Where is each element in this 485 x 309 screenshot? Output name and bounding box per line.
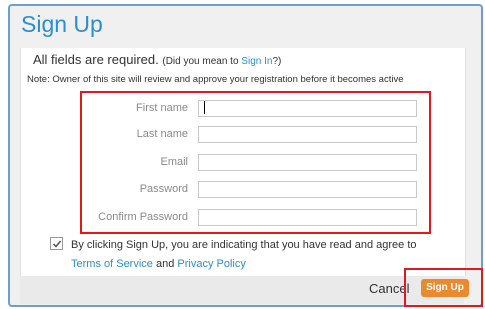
agreement-text: By clicking Sign Up, you are indicating … [71,239,417,251]
dialog-title: Sign Up [21,11,103,37]
terms-of-service-link[interactable]: Terms of Service [71,258,153,270]
required-notice: All fields are required. (Did you mean t… [33,52,281,67]
fields-highlight-box [80,91,431,234]
sign-up-highlight-box [404,268,483,307]
terms-agreement: By clicking Sign Up, you are indicating … [71,236,451,274]
hint-prefix: (Did you mean to [162,56,242,67]
required-text: All fields are required. [33,52,159,67]
sign-in-link[interactable]: Sign In [241,56,272,67]
terms-checkbox[interactable] [50,237,63,250]
approval-note: Note: Owner of this site will review and… [27,74,404,85]
agreement-conjunction: and [152,258,178,270]
privacy-policy-link[interactable]: Privacy Policy [177,258,245,270]
hint-suffix: ?) [272,56,282,67]
sign-in-hint: (Did you mean to Sign In?) [162,56,281,67]
checkmark-icon [52,240,62,248]
